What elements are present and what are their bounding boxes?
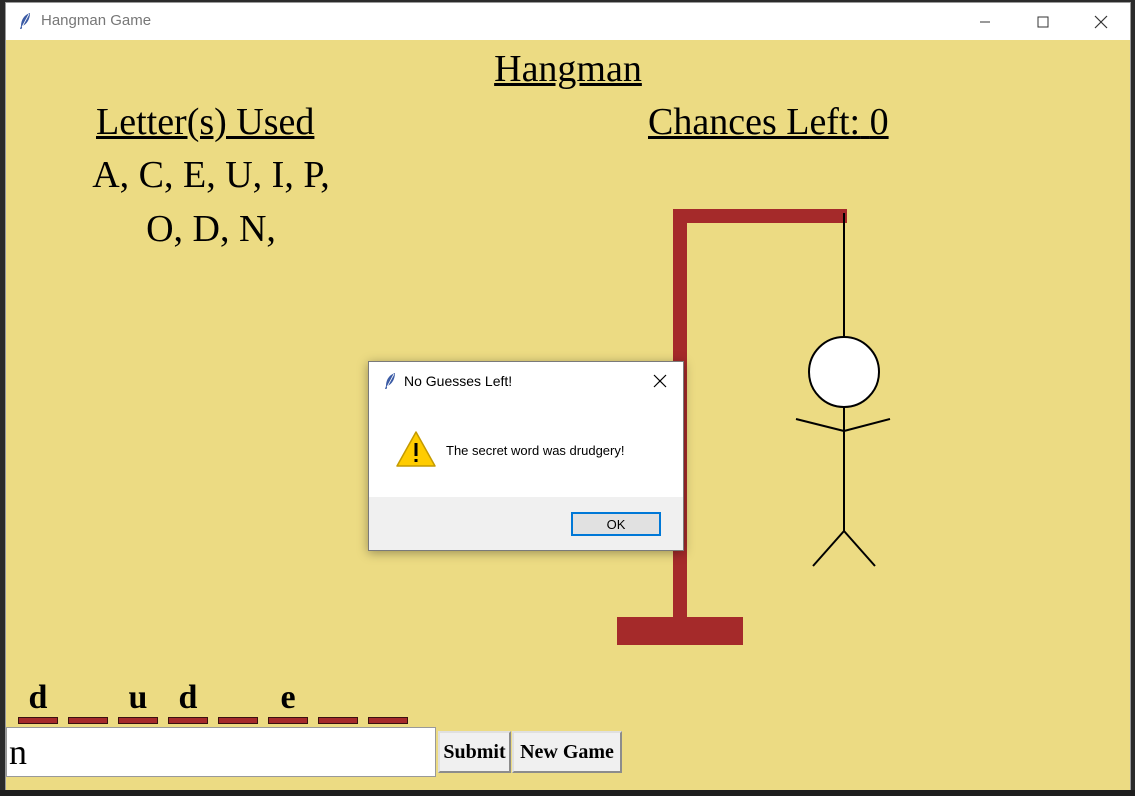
slot-underline — [168, 717, 208, 724]
dialog-message: The secret word was drudgery! — [446, 443, 625, 458]
word-slot: d — [168, 679, 208, 729]
figure-head — [808, 336, 880, 408]
guess-input[interactable]: n — [6, 727, 436, 777]
slot-letter: e — [280, 679, 296, 716]
dialog-footer: OK — [369, 497, 683, 550]
warning-icon — [396, 431, 436, 467]
window-title: Hangman Game — [41, 12, 152, 29]
chances-left-label: Chances Left: — [648, 101, 861, 143]
maximize-button[interactable] — [1014, 3, 1072, 40]
letters-used-line-2: O, D, N, — [146, 208, 276, 250]
slot-letter: d — [178, 679, 198, 716]
close-icon — [1094, 15, 1108, 28]
app-feather-icon — [20, 13, 30, 29]
slot-underline — [18, 717, 58, 724]
slot-underline — [318, 717, 358, 724]
word-slot — [368, 679, 408, 729]
slot-underline — [218, 717, 258, 724]
dialog-feather-icon — [385, 373, 395, 389]
chances-left-value: 0 — [869, 101, 889, 143]
submit-button[interactable]: Submit — [438, 731, 511, 773]
slot-underline — [68, 717, 108, 724]
no-guesses-dialog: No Guesses Left! The secret word was dru… — [368, 361, 684, 551]
background-terminal-strip — [0, 790, 1135, 796]
letters-used-label: Letter(s) Used — [96, 101, 315, 143]
word-slot — [318, 679, 358, 729]
hangman-figure — [795, 213, 891, 567]
figure-right-leg — [843, 530, 876, 567]
slot-underline — [118, 717, 158, 724]
minimize-icon — [980, 21, 990, 22]
maximize-icon — [1037, 16, 1049, 27]
letters-used-line-1: A, C, E, U, I, P, — [92, 154, 330, 196]
title-bar[interactable]: Hangman Game — [6, 3, 1130, 40]
slot-letter: u — [128, 679, 148, 716]
slot-letter: d — [28, 679, 48, 716]
figure-left-arm — [795, 418, 845, 432]
word-slot — [218, 679, 258, 729]
slot-underline — [368, 717, 408, 724]
word-slot — [68, 679, 108, 729]
close-button[interactable] — [1072, 3, 1130, 40]
new-game-button[interactable]: New Game — [512, 731, 622, 773]
word-slot: d — [18, 679, 58, 729]
figure-left-leg — [812, 530, 845, 567]
dialog-close-icon[interactable] — [653, 374, 667, 388]
dialog-title: No Guesses Left! — [404, 373, 513, 389]
figure-right-arm — [843, 418, 891, 432]
gallows-base — [617, 617, 743, 645]
word-slot: u — [118, 679, 158, 729]
slot-underline — [268, 717, 308, 724]
chances-left: Chances Left: 0 — [648, 100, 889, 144]
ok-button[interactable]: OK — [571, 512, 661, 536]
minimize-button[interactable] — [956, 3, 1014, 40]
word-slot: e — [268, 679, 308, 729]
game-heading: Hangman — [494, 48, 642, 90]
